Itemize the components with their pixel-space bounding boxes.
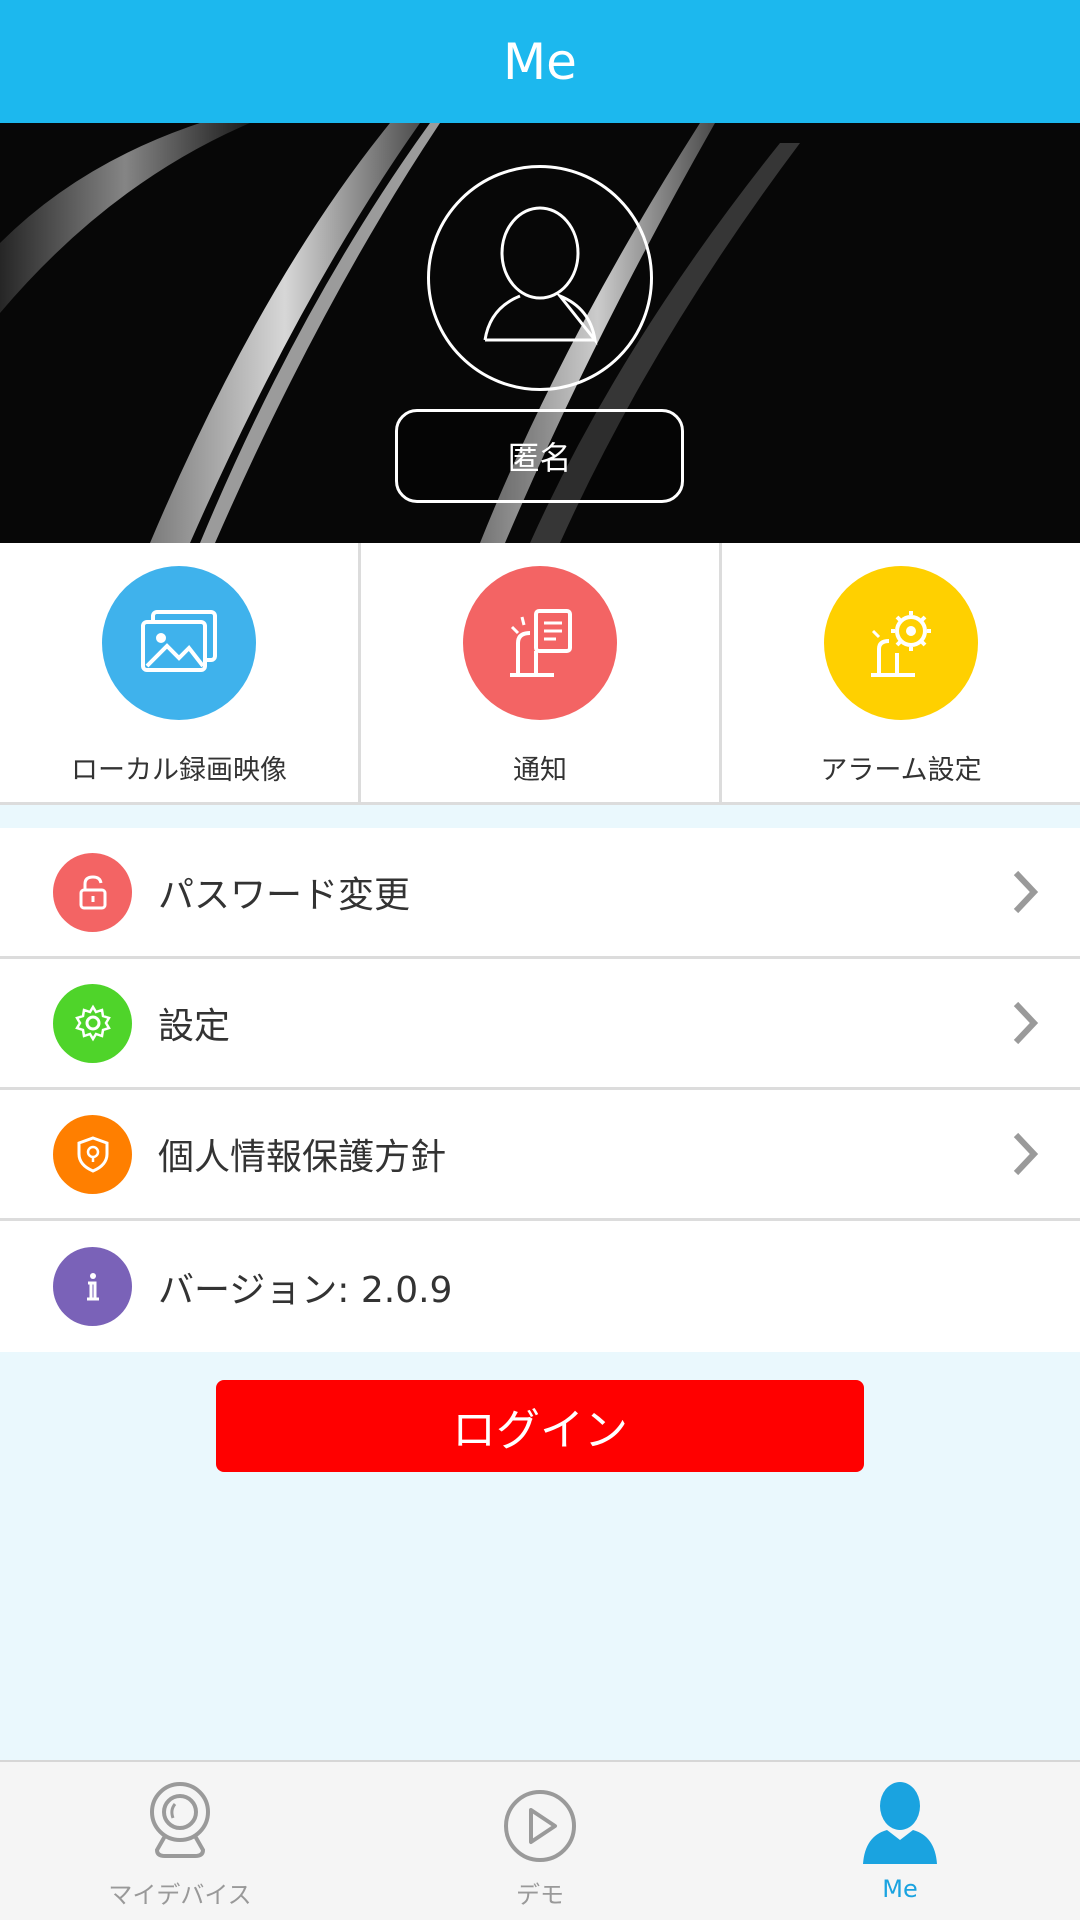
nav-tab-label: デモ	[516, 1881, 564, 1909]
menu-item-settings[interactable]: 設定	[0, 959, 1080, 1090]
user-icon	[483, 206, 598, 346]
camera-device-icon	[150, 1782, 210, 1858]
page-title: Me	[503, 32, 577, 91]
play-icon	[504, 1790, 576, 1862]
menu-item-label: 個人情報保護方針	[158, 1137, 447, 1178]
settings-menu: パスワード変更 設定 個人情報保護方針 バージョン: 2.0.9	[0, 828, 1080, 1352]
gear-icon	[53, 983, 132, 1063]
menu-item-change-password[interactable]: パスワード変更	[0, 828, 1080, 959]
gallery-icon	[102, 566, 256, 720]
app-header: Me	[0, 0, 1080, 123]
chevron-right-icon	[1013, 870, 1039, 914]
quick-action-label: 通知	[513, 755, 567, 786]
login-button[interactable]: ログイン	[216, 1380, 864, 1472]
profile-banner: 匿名	[0, 123, 1080, 543]
version-text: バージョン: 2.0.9	[158, 1269, 453, 1311]
menu-item-version: バージョン: 2.0.9	[0, 1221, 1080, 1352]
avatar[interactable]	[427, 165, 653, 391]
quick-action-alarm-settings[interactable]: アラーム設定	[722, 543, 1080, 802]
person-icon	[863, 1782, 937, 1864]
nav-tab-my-devices[interactable]: マイデバイス	[0, 1762, 360, 1920]
menu-item-privacy-policy[interactable]: 個人情報保護方針	[0, 1090, 1080, 1221]
menu-item-label: 設定	[158, 1006, 231, 1047]
nav-tab-demo[interactable]: デモ	[360, 1762, 720, 1920]
info-icon	[53, 1247, 132, 1326]
quick-action-local-recordings[interactable]: ローカル録画映像	[0, 543, 361, 802]
nav-tab-label: Me	[882, 1875, 918, 1903]
shield-icon	[53, 1114, 132, 1194]
quick-action-notifications[interactable]: 通知	[361, 543, 722, 802]
quick-action-label: アラーム設定	[820, 755, 982, 786]
chevron-right-icon	[1013, 1132, 1039, 1176]
nav-tab-label: マイデバイス	[108, 1881, 252, 1909]
chevron-right-icon	[1013, 1001, 1039, 1045]
bottom-nav: マイデバイス デモ Me	[0, 1760, 1080, 1920]
nav-tab-me[interactable]: Me	[720, 1762, 1080, 1920]
quick-actions: ローカル録画映像 通知 アラーム設定	[0, 543, 1080, 805]
menu-item-label: パスワード変更	[158, 875, 411, 916]
quick-action-label: ローカル録画映像	[71, 755, 287, 786]
notification-icon	[463, 566, 617, 720]
username-button[interactable]: 匿名	[395, 409, 684, 503]
lock-icon	[53, 852, 132, 932]
alarm-settings-icon	[824, 566, 978, 720]
